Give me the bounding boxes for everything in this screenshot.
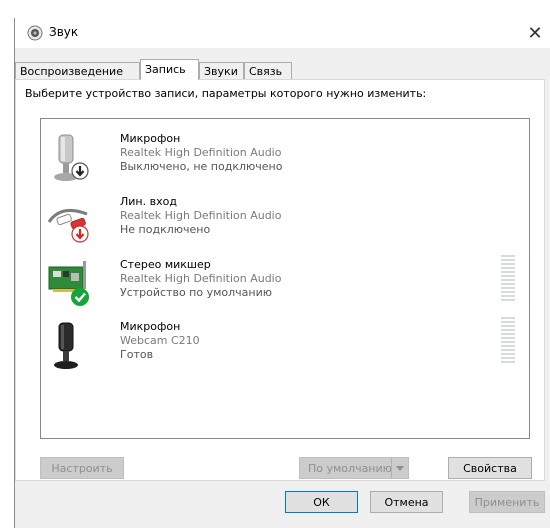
- device-status: Устройство по умолчанию: [120, 286, 273, 299]
- title-bar: Звук ✕: [15, 18, 550, 48]
- background-strip: [0, 0, 550, 18]
- level-meter: [501, 255, 515, 303]
- device-item[interactable]: Микрофон Webcam C210 Готов: [41, 317, 521, 377]
- device-item[interactable]: Микрофон Realtek High Definition Audio В…: [41, 129, 521, 189]
- close-icon: ✕: [527, 22, 543, 44]
- tab-communications[interactable]: Связь: [244, 62, 292, 79]
- device-driver: Realtek High Definition Audio: [120, 146, 282, 159]
- window-title: Звук: [49, 25, 79, 39]
- device-status: Выключено, не подключено: [120, 160, 283, 173]
- device-name: Лин. вход: [120, 195, 177, 208]
- cancel-button[interactable]: Отмена: [370, 491, 443, 513]
- sound-dialog: Звук ✕ Воспроизведение Запись Звуки Связ…: [14, 18, 550, 528]
- device-list[interactable]: Микрофон Realtek High Definition Audio В…: [40, 118, 530, 439]
- line-in-cable-icon: [47, 208, 89, 243]
- device-status: Не подключено: [120, 223, 211, 236]
- device-name: Микрофон: [120, 320, 181, 333]
- dropdown-arrow-icon[interactable]: [391, 458, 408, 478]
- set-default-button[interactable]: По умолчанию: [299, 457, 409, 479]
- level-meter: [501, 317, 515, 365]
- ok-button[interactable]: ОК: [285, 491, 358, 513]
- microphone-icon: [54, 134, 89, 181]
- recording-panel: Выберите устройство записи, параметры ко…: [15, 79, 545, 481]
- device-item[interactable]: Стерео микшер Realtek High Definition Au…: [41, 255, 521, 315]
- speaker-icon: [27, 25, 43, 41]
- tab-sounds[interactable]: Звуки: [199, 62, 244, 79]
- close-button[interactable]: ✕: [520, 18, 550, 48]
- device-driver: Realtek High Definition Audio: [120, 209, 282, 222]
- device-status: Готов: [120, 348, 154, 361]
- device-name: Стерео микшер: [120, 258, 211, 271]
- device-driver: Webcam C210: [120, 334, 200, 347]
- webcam-microphone-icon: [54, 322, 78, 369]
- set-default-label: По умолчанию: [308, 461, 392, 475]
- instruction-text: Выберите устройство записи, параметры ко…: [25, 87, 427, 100]
- device-driver: Realtek High Definition Audio: [120, 272, 282, 285]
- tab-recording[interactable]: Запись: [140, 59, 199, 80]
- configure-button[interactable]: Настроить: [40, 457, 124, 479]
- device-name: Микрофон: [120, 132, 181, 145]
- tab-playback[interactable]: Воспроизведение: [15, 62, 140, 79]
- properties-button[interactable]: Свойства: [448, 457, 532, 479]
- sound-card-icon: [48, 261, 89, 306]
- apply-button[interactable]: Применить: [469, 491, 545, 513]
- device-item[interactable]: Лин. вход Realtek High Definition Audio …: [41, 192, 521, 252]
